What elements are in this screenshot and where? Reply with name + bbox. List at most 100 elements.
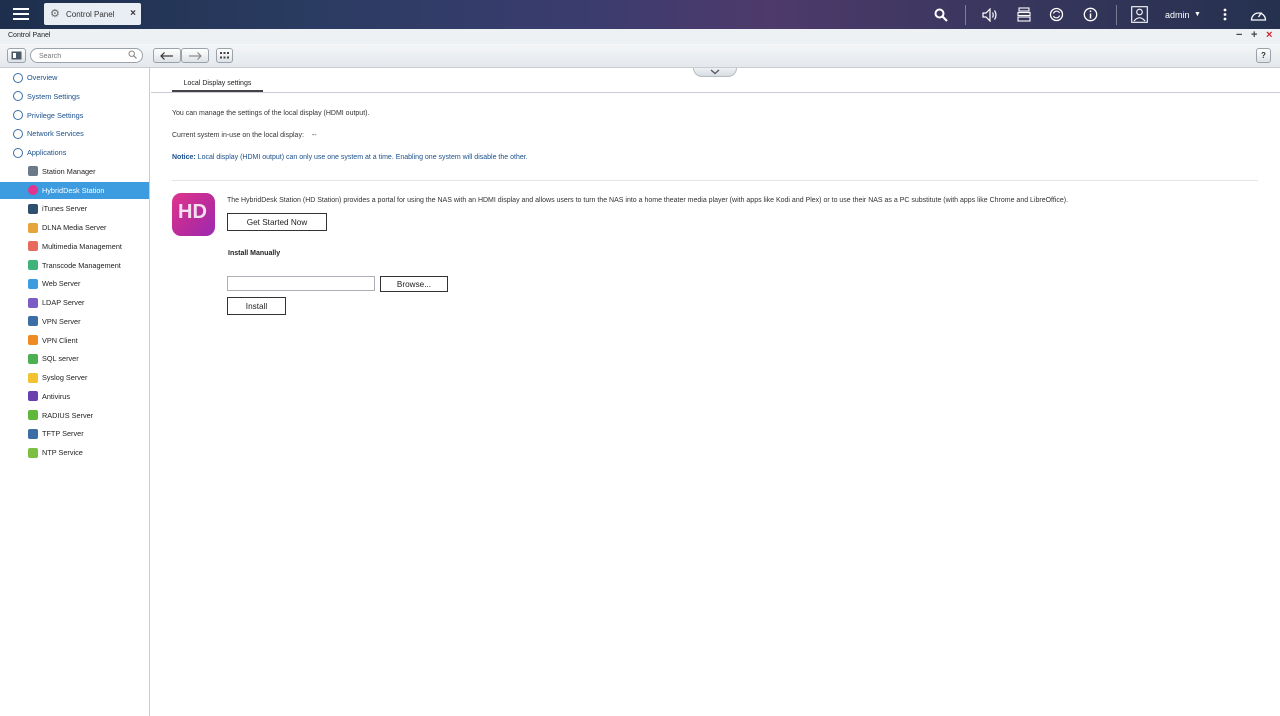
current-system-row: Current system in-use on the local displ… (172, 132, 317, 139)
view-toggle-button[interactable] (7, 48, 26, 63)
all-apps-button[interactable] (216, 48, 233, 63)
back-button[interactable] (153, 48, 181, 63)
transcode-icon (28, 260, 38, 270)
sidebar-item-sql-server[interactable]: SQL server (0, 350, 149, 367)
sidebar-item-label: Multimedia Management (42, 241, 122, 251)
search-icon[interactable] (128, 50, 137, 59)
sidebar-item-web-server[interactable]: Web Server (0, 275, 149, 292)
control-panel-taskbar-tab[interactable]: ⚙ Control Panel × (44, 3, 141, 25)
browse-button[interactable]: Browse... (380, 276, 448, 292)
sidebar-item-overview[interactable]: Overview (0, 69, 149, 86)
sidebar-item-dlna-media-server[interactable]: DLNA Media Server (0, 219, 149, 236)
sidebar-item-label: LDAP Server (42, 298, 85, 307)
close-window-icon[interactable]: × (1266, 30, 1272, 41)
info-icon[interactable] (1083, 7, 1098, 22)
sidebar-item-vpn-client[interactable]: VPN Client (0, 332, 149, 349)
sidebar-item-vpn-server[interactable]: VPN Server (0, 313, 149, 330)
sidebar-item-radius-server[interactable]: RADIUS Server (0, 407, 149, 424)
toolbar: ? (0, 44, 1280, 68)
sidebar-item-transcode-management[interactable]: Transcode Management (0, 257, 149, 274)
globe-icon (13, 128, 23, 139)
web-icon (28, 278, 38, 289)
sidebar-item-label: Station Manager (42, 166, 96, 176)
sidebar-item-tftp-server[interactable]: TFTP Server (0, 425, 149, 442)
sidebar-item-network-services[interactable]: Network Services (0, 125, 149, 142)
tftp-icon (28, 428, 38, 439)
close-icon[interactable]: × (130, 8, 136, 19)
sql-icon (28, 353, 38, 364)
tab-underline (151, 92, 1280, 93)
forward-button[interactable] (181, 48, 209, 63)
sidebar-item-antivirus[interactable]: Antivirus (0, 388, 149, 405)
taskbar-separator (965, 5, 966, 25)
volume-icon[interactable] (982, 8, 999, 22)
sync-icon[interactable] (1049, 7, 1064, 22)
radius-icon (28, 410, 38, 420)
sidebar-item-label: VPN Server (42, 316, 81, 326)
search-icon[interactable] (934, 8, 948, 22)
vpn-server-icon (28, 316, 38, 327)
chevron-down-icon (710, 69, 720, 75)
list-view-icon (11, 51, 22, 60)
install-button[interactable]: Install (227, 297, 286, 315)
main-content: Local Display settings You can manage th… (151, 68, 1280, 716)
notice-label: Notice: (172, 154, 196, 161)
multimedia-icon (28, 241, 38, 252)
sidebar-item-label: Overview (27, 73, 58, 82)
search-box[interactable] (30, 48, 143, 63)
sidebar-item-station-manager[interactable]: Station Manager (0, 163, 149, 180)
grid-icon (13, 72, 23, 83)
user-icon[interactable] (1131, 6, 1148, 23)
help-icon: ? (1261, 51, 1266, 60)
arrow-left-icon (160, 51, 173, 60)
current-system-value: -- (311, 132, 317, 139)
dlna-icon (28, 222, 38, 233)
sidebar-item-privilege-settings[interactable]: Privilege Settings (0, 107, 149, 124)
sidebar-item-system-settings[interactable]: System Settings (0, 88, 149, 105)
gear-icon (13, 91, 23, 102)
arrow-right-icon (189, 51, 202, 60)
sidebar-item-itunes-server[interactable]: iTunes Server (0, 200, 149, 217)
station-icon (28, 166, 38, 177)
sidebar-item-label: Transcode Management (42, 260, 121, 270)
sidebar-item-multimedia-management[interactable]: Multimedia Management (0, 238, 149, 255)
taskbar-separator (1116, 5, 1117, 25)
sidebar-item-label: HybridDesk Station (42, 185, 105, 195)
dashboard-icon[interactable] (1250, 7, 1267, 22)
help-button[interactable]: ? (1256, 48, 1271, 63)
search-input[interactable] (39, 51, 127, 61)
maximize-icon[interactable]: + (1251, 30, 1257, 41)
get-started-button[interactable]: Get Started Now (227, 213, 327, 231)
more-icon[interactable] (1223, 8, 1227, 21)
tab-local-display-settings[interactable]: Local Display settings (172, 80, 263, 92)
hd-station-logo: HD (172, 193, 215, 236)
file-path-field[interactable] (227, 276, 375, 291)
sidebar-item-ldap-server[interactable]: LDAP Server (0, 294, 149, 311)
sidebar-item-label: TFTP Server (42, 429, 84, 439)
sidebar-item-label: SQL server (42, 354, 79, 364)
minimize-icon[interactable]: − (1236, 30, 1242, 41)
apps-icon (13, 147, 23, 158)
taskbar-tab-label: Control Panel (66, 9, 115, 19)
menu-icon[interactable] (12, 5, 30, 23)
sidebar-item-applications[interactable]: Applications (0, 144, 149, 161)
apps-grid-icon (220, 52, 229, 59)
sidebar-item-label: Network Services (27, 129, 84, 139)
window-title: Control Panel (8, 32, 51, 39)
antivirus-icon (28, 391, 38, 402)
sidebar-item-ntp-service[interactable]: NTP Service (0, 444, 149, 461)
sidebar-item-label: Syslog Server (42, 373, 88, 382)
user-icon (13, 110, 23, 120)
user-menu[interactable]: admin (1165, 10, 1190, 20)
intro-text: You can manage the settings of the local… (172, 110, 370, 117)
collapse-handle[interactable] (693, 68, 737, 77)
window-title-bar: Control Panel − + × (0, 29, 1280, 44)
chevron-down-icon[interactable]: ▼ (1194, 11, 1201, 18)
sidebar-item-label: VPN Client (42, 335, 78, 345)
sidebar-item-hybriddesk-station[interactable]: HybridDesk Station (0, 181, 149, 199)
sidebar-item-label: RADIUS Server (42, 410, 94, 420)
hd-icon (28, 185, 38, 195)
task-stack-icon[interactable] (1017, 7, 1031, 22)
sidebar-item-syslog-server[interactable]: Syslog Server (0, 369, 149, 386)
sidebar: Overview System Settings Privilege Setting… (0, 68, 150, 716)
